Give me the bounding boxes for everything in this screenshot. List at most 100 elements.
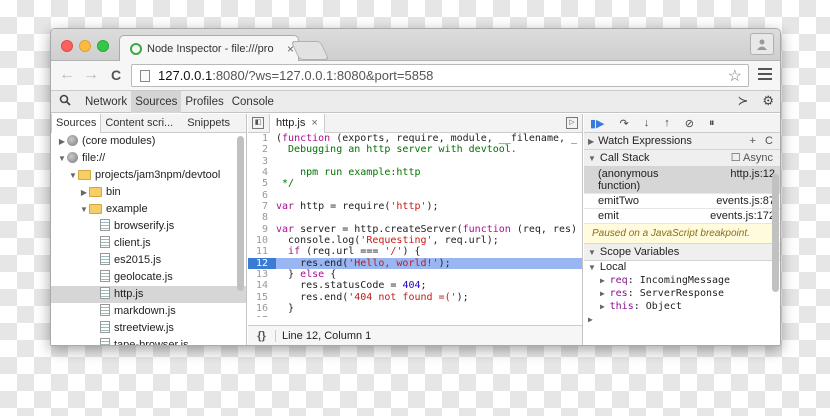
call-frame-location[interactable]: events.js:172 bbox=[710, 210, 775, 222]
code-line[interactable]: 8 bbox=[248, 212, 582, 223]
line-number[interactable]: 15 bbox=[248, 292, 276, 303]
toggle-debugger-icon[interactable]: ▷ bbox=[566, 117, 578, 129]
reload-button[interactable]: C bbox=[106, 67, 126, 83]
tree-item[interactable]: geolocate.js bbox=[51, 269, 246, 286]
menu-icon[interactable] bbox=[758, 68, 772, 83]
line-number[interactable]: 16 bbox=[248, 303, 276, 314]
tab-sources[interactable]: Sources bbox=[131, 90, 182, 113]
disclosure-triangle-icon[interactable]: ▼ bbox=[79, 201, 89, 218]
disclosure-triangle-icon[interactable]: ▼ bbox=[57, 150, 67, 167]
tab-console[interactable]: Console bbox=[228, 91, 278, 113]
browser-tab[interactable]: Node Inspector - file:///pro × bbox=[119, 35, 299, 62]
call-frame[interactable]: emit events.js:172 bbox=[584, 209, 780, 224]
tree-item[interactable]: ▼ projects/jam3npm/devtool bbox=[51, 167, 246, 184]
tree-item[interactable]: streetview.js bbox=[51, 320, 246, 337]
expand-triangle-icon[interactable]: ▶ bbox=[600, 302, 610, 311]
back-button[interactable]: ← bbox=[57, 66, 77, 84]
code-line[interactable]: 9 var server = http.createServer(function… bbox=[248, 224, 582, 235]
deactivate-breakpoints-icon[interactable]: ⊘ bbox=[685, 117, 694, 130]
line-number[interactable]: 9 bbox=[248, 224, 276, 235]
bookmark-star-icon[interactable]: ☆ bbox=[728, 66, 742, 86]
step-out-icon[interactable]: ↑ bbox=[664, 117, 670, 129]
line-number[interactable]: 4 bbox=[248, 167, 276, 178]
tab-network[interactable]: Network bbox=[81, 91, 131, 113]
scope-variable[interactable]: ▶ res: ServerResponse bbox=[584, 287, 780, 300]
tree-item[interactable]: ▶ bin bbox=[51, 184, 246, 201]
breakpoint-line[interactable]: 12 res.end('Hello, world!'); bbox=[248, 257, 582, 270]
tree-item[interactable]: browserify.js bbox=[51, 218, 246, 235]
code-line[interactable]: 14 res.statusCode = 404; bbox=[248, 280, 582, 291]
code-line[interactable]: 5 */ bbox=[248, 178, 582, 189]
more-scope-arrow[interactable]: ▶ bbox=[584, 313, 780, 326]
tree-item[interactable]: markdown.js bbox=[51, 303, 246, 320]
console-drawer-icon[interactable]: ≻ bbox=[737, 93, 748, 109]
local-scope[interactable]: ▼ Local bbox=[584, 261, 780, 274]
tree-item[interactable]: tape-browser.js bbox=[51, 337, 246, 345]
code-line[interactable]: 6 bbox=[248, 190, 582, 201]
forward-button[interactable]: → bbox=[81, 66, 101, 84]
code-line[interactable]: 7 var http = require('http'); bbox=[248, 201, 582, 212]
line-number[interactable]: 1 bbox=[248, 133, 276, 144]
step-into-icon[interactable]: ↓ bbox=[644, 117, 650, 129]
scope-variables-header[interactable]: ▼ Scope Variables bbox=[584, 244, 780, 261]
line-number[interactable]: 13 bbox=[248, 269, 276, 280]
close-window-button[interactable] bbox=[61, 40, 73, 52]
code-area[interactable]: 1 (function (exports, require, module, __… bbox=[248, 133, 582, 317]
toggle-navigator-icon[interactable]: ◧ bbox=[252, 117, 264, 129]
sidebar-scrollbar[interactable] bbox=[772, 174, 779, 292]
code-line[interactable]: 13 } else { bbox=[248, 269, 582, 280]
line-number[interactable]: 17 bbox=[248, 315, 276, 318]
tab-navigator-sources[interactable]: Sources bbox=[51, 113, 102, 133]
resume-icon[interactable]: ▮▶ bbox=[590, 117, 605, 130]
tree-item[interactable]: ▼ example bbox=[51, 201, 246, 218]
call-stack-header[interactable]: ▼ Call Stack ☐ Async bbox=[584, 150, 780, 167]
tree-item[interactable]: ▼ file:// bbox=[51, 150, 246, 167]
tab-snippets[interactable]: Snippets bbox=[183, 114, 234, 133]
line-number[interactable]: 12 bbox=[248, 257, 276, 270]
code-line[interactable]: 11 if (req.url === '/') { bbox=[248, 246, 582, 257]
zoom-window-button[interactable] bbox=[97, 40, 109, 52]
line-number[interactable]: 8 bbox=[248, 212, 276, 223]
search-icon[interactable] bbox=[59, 94, 71, 109]
tab-content-scripts[interactable]: Content scri... bbox=[101, 114, 177, 133]
line-number[interactable]: 3 bbox=[248, 156, 276, 167]
tree-item[interactable]: client.js bbox=[51, 235, 246, 252]
disclosure-triangle-icon[interactable]: ▶ bbox=[57, 133, 67, 150]
expand-triangle-icon[interactable]: ▶ bbox=[600, 289, 610, 298]
code-line[interactable]: 17 bbox=[248, 315, 582, 318]
scope-variable[interactable]: ▶ this: Object bbox=[584, 300, 780, 313]
tree-item[interactable]: es2015.js bbox=[51, 252, 246, 269]
line-number[interactable]: 11 bbox=[248, 246, 276, 257]
line-number[interactable]: 14 bbox=[248, 280, 276, 291]
profile-button[interactable] bbox=[750, 33, 774, 55]
step-over-icon[interactable]: ↷ bbox=[620, 117, 629, 130]
settings-gear-icon[interactable]: ⚙ bbox=[762, 93, 774, 109]
add-watch-icon[interactable]: + bbox=[749, 135, 755, 147]
expand-triangle-icon[interactable]: ▶ bbox=[600, 276, 610, 285]
tab-profiles[interactable]: Profiles bbox=[181, 91, 227, 113]
navigator-scrollbar[interactable] bbox=[237, 136, 244, 291]
call-frame-location[interactable]: http.js:12 bbox=[730, 168, 775, 192]
minimize-window-button[interactable] bbox=[79, 40, 91, 52]
editor-file-tab[interactable]: http.js × bbox=[269, 113, 325, 133]
pretty-print-button[interactable]: {} bbox=[248, 330, 276, 342]
disclosure-triangle-icon[interactable]: ▼ bbox=[68, 167, 78, 184]
line-number[interactable]: 7 bbox=[248, 201, 276, 212]
code-line[interactable]: 15 res.end('404 not found =('); bbox=[248, 292, 582, 303]
code-line[interactable]: 4 npm run example:http bbox=[248, 167, 582, 178]
pause-on-exceptions-icon[interactable]: ⏸ bbox=[709, 117, 715, 130]
async-checkbox[interactable]: ☐ bbox=[731, 152, 741, 164]
code-line[interactable]: 10 console.log('Requesting', req.url); bbox=[248, 235, 582, 246]
code-line[interactable]: 16 } bbox=[248, 303, 582, 314]
call-frame[interactable]: emitTwo events.js:87 bbox=[584, 194, 780, 209]
code-line[interactable]: 2 Debugging an http server with devtool. bbox=[248, 144, 582, 155]
call-frame-location[interactable]: events.js:87 bbox=[716, 195, 775, 207]
line-number[interactable]: 6 bbox=[248, 190, 276, 201]
tree-item[interactable]: ▶ (core modules) bbox=[51, 133, 246, 150]
code-line[interactable]: 3 bbox=[248, 156, 582, 167]
refresh-watch-icon[interactable]: C bbox=[765, 135, 773, 147]
address-bar[interactable]: 127.0.0.1:8080/?ws=127.0.0.1:8080&port=5… bbox=[131, 64, 749, 87]
disclosure-triangle-icon[interactable]: ▶ bbox=[79, 184, 89, 201]
code-line[interactable]: 1 (function (exports, require, module, __… bbox=[248, 133, 582, 144]
watch-expressions-header[interactable]: ▶ Watch Expressions + C bbox=[584, 133, 780, 150]
